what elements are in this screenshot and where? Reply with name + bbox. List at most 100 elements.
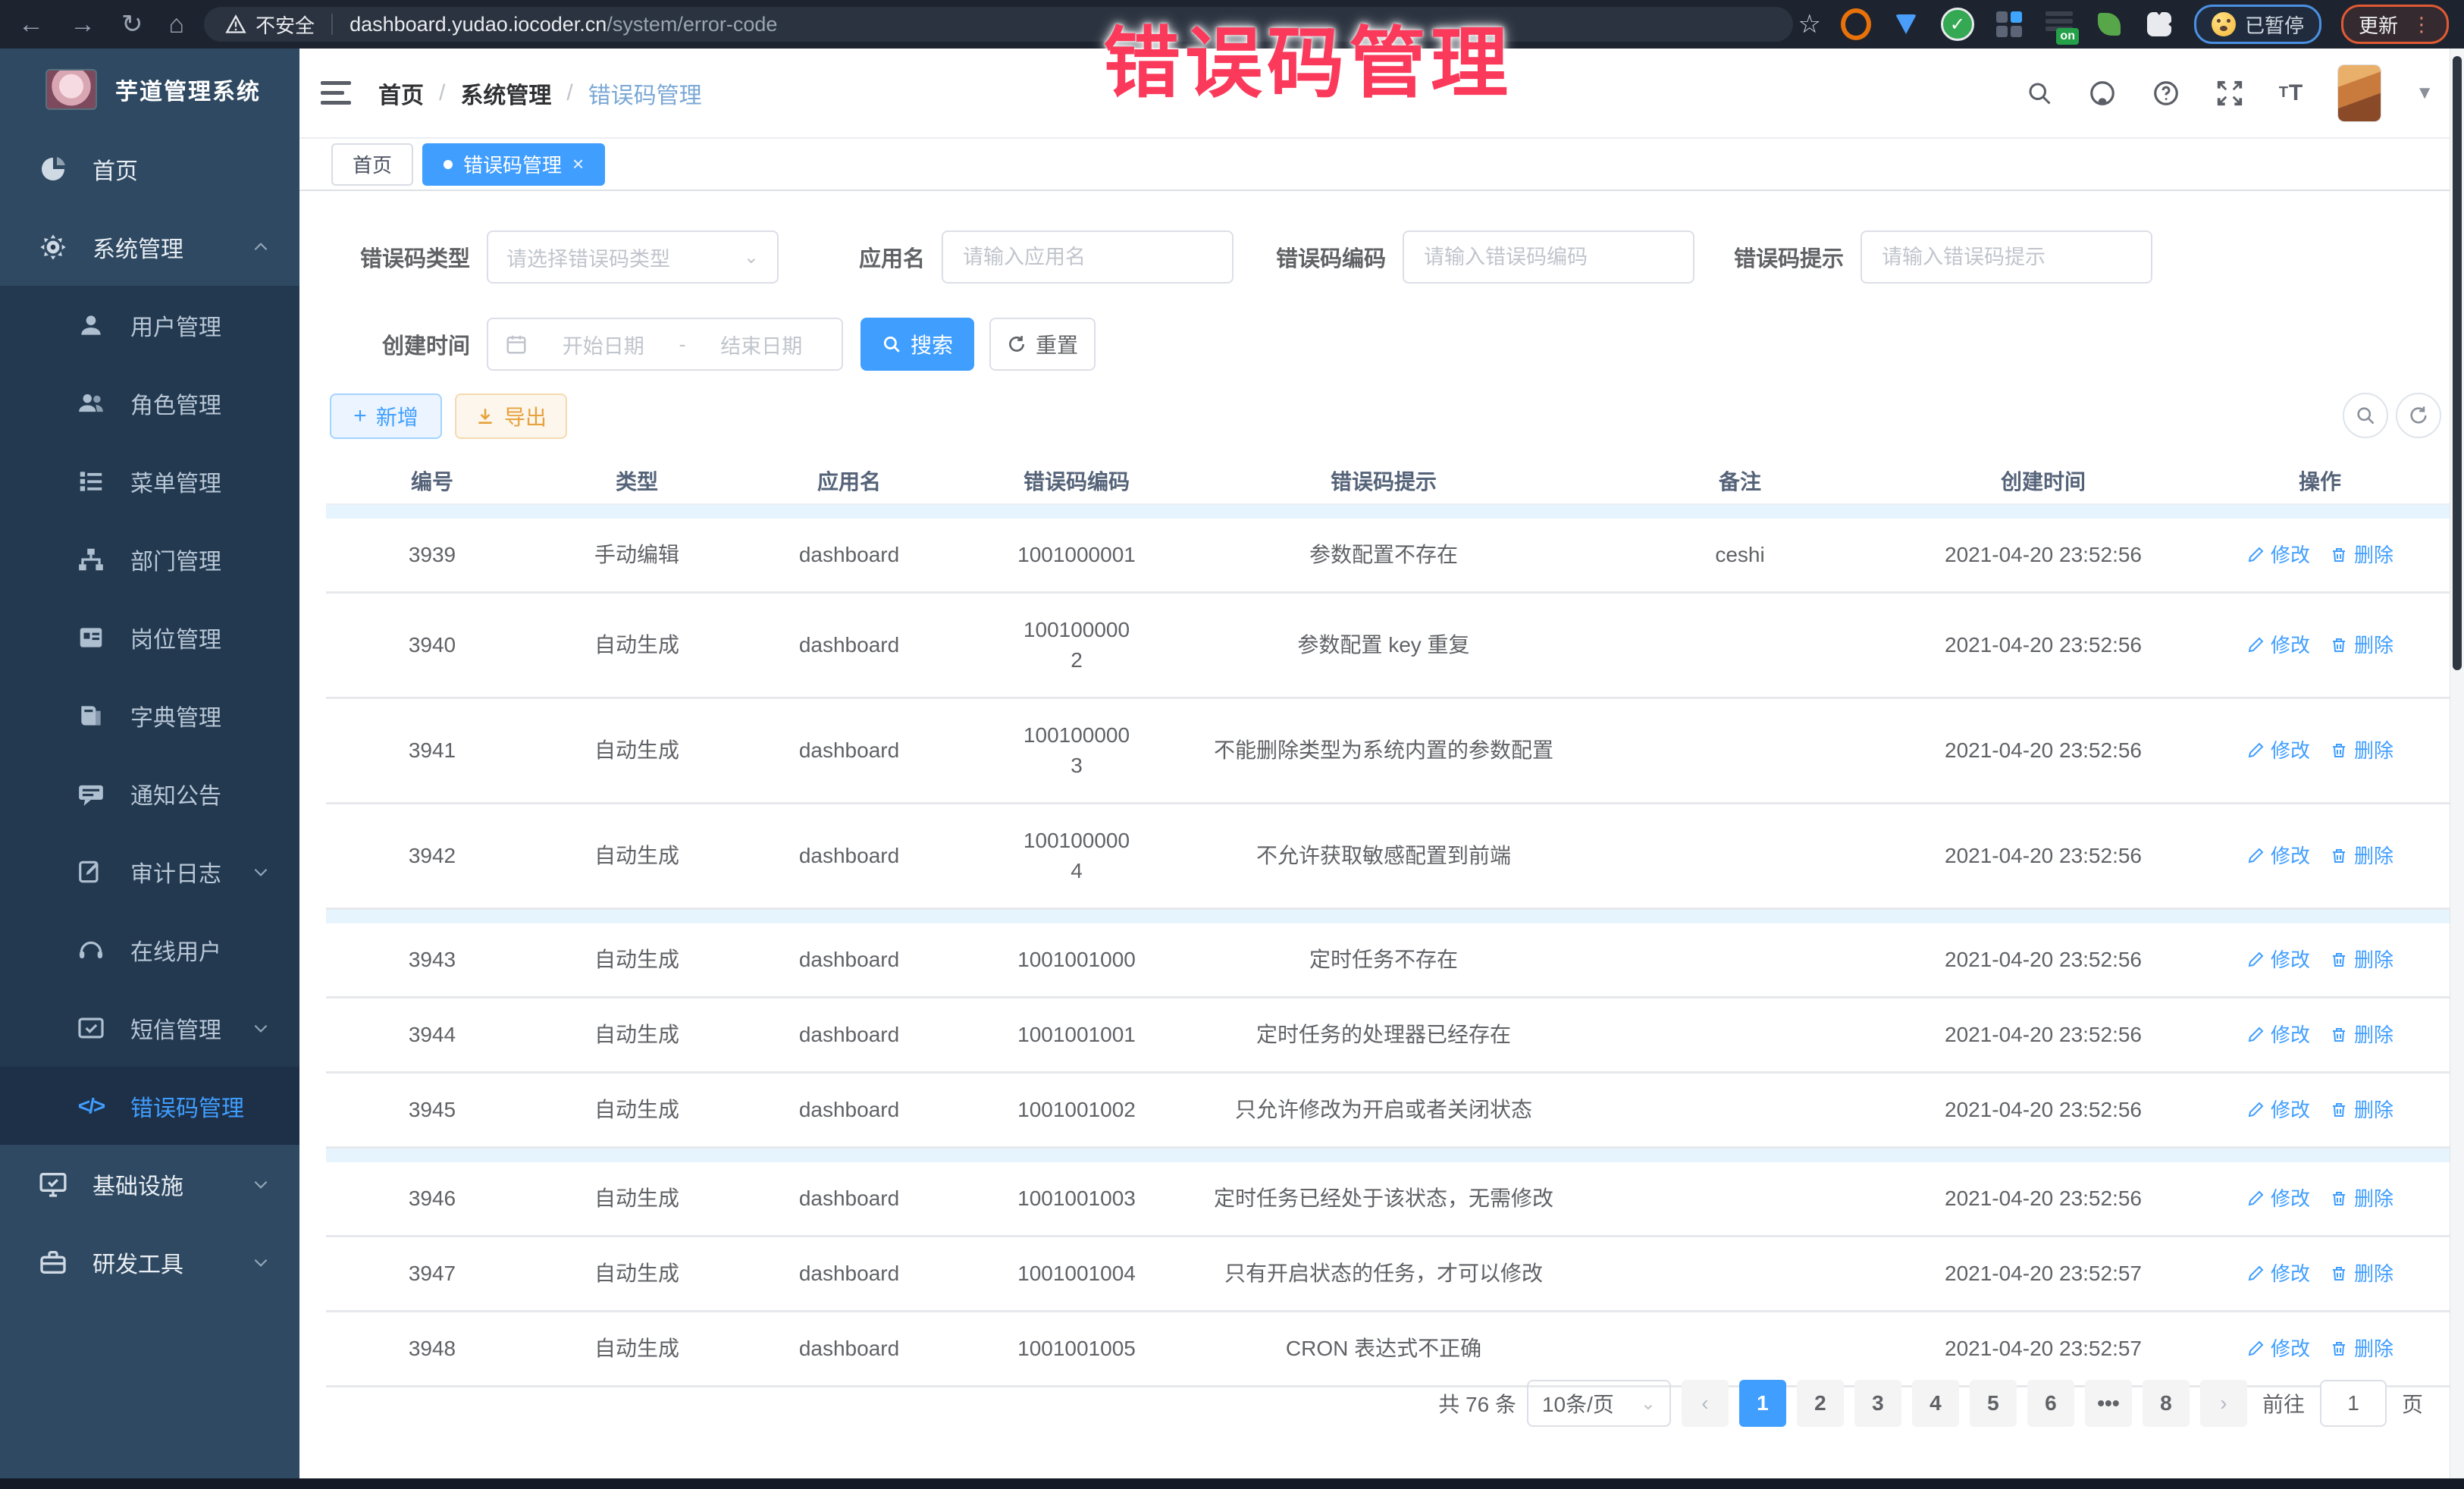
reset-button[interactable]: 重置 bbox=[989, 318, 1096, 371]
sidebar-item-3[interactable]: 角色管理 bbox=[0, 364, 299, 442]
table-row-3941[interactable]: 3941自动生成dashboard1001000003不能删除类型为系统内置的参… bbox=[326, 699, 2456, 804]
browser-back-icon[interactable]: ← bbox=[18, 11, 44, 37]
page-button-4[interactable]: 4 bbox=[1912, 1380, 1959, 1427]
tab-error-code[interactable]: 错误码管理 × bbox=[422, 143, 605, 186]
scrollbar-thumb[interactable] bbox=[2453, 56, 2462, 670]
delete-link[interactable]: 删除 bbox=[2330, 1095, 2393, 1125]
delete-link[interactable]: 删除 bbox=[2330, 841, 2393, 871]
browser-forward-icon[interactable]: → bbox=[70, 11, 96, 37]
security-warning[interactable]: 不安全 bbox=[225, 11, 315, 39]
breadcrumb-system[interactable]: 系统管理 bbox=[460, 77, 551, 110]
table-row-3942[interactable]: 3942自动生成dashboard1001000004不允许获取敏感配置到前端2… bbox=[326, 804, 2456, 910]
edit-link[interactable]: 修改 bbox=[2246, 735, 2310, 766]
page-jump-input[interactable] bbox=[2320, 1380, 2387, 1427]
table-row-3946[interactable]: 3946自动生成dashboard1001001003定时任务已经处于该状态，无… bbox=[326, 1162, 2456, 1237]
sidebar-item-14[interactable]: 研发工具 bbox=[0, 1223, 299, 1301]
search-button[interactable]: 搜索 bbox=[861, 318, 974, 371]
sidebar-item-9[interactable]: 审计日志 bbox=[0, 832, 299, 911]
delete-link[interactable]: 删除 bbox=[2330, 1183, 2393, 1214]
edit-link[interactable]: 修改 bbox=[2246, 540, 2310, 570]
table-refresh-button[interactable] bbox=[2396, 393, 2441, 438]
add-button[interactable]: + 新增 bbox=[330, 393, 442, 439]
sidebar-toggle-icon[interactable] bbox=[321, 81, 351, 105]
edit-link[interactable]: 修改 bbox=[2246, 1095, 2310, 1125]
sidebar-item-2[interactable]: 用户管理 bbox=[0, 286, 299, 364]
edit-link[interactable]: 修改 bbox=[2246, 1183, 2310, 1214]
extension-pin-icon[interactable] bbox=[1891, 9, 1921, 39]
chevron-down-icon[interactable]: ▼ bbox=[2415, 83, 2434, 104]
error-code-input[interactable] bbox=[1422, 245, 1675, 270]
edit-link[interactable]: 修改 bbox=[2246, 1334, 2310, 1364]
delete-link[interactable]: 删除 bbox=[2330, 1020, 2393, 1050]
page-button-6[interactable]: 6 bbox=[2027, 1380, 2074, 1427]
edit-link[interactable]: 修改 bbox=[2246, 1259, 2310, 1289]
delete-link[interactable]: 删除 bbox=[2330, 630, 2393, 660]
sidebar-item-4[interactable]: 菜单管理 bbox=[0, 442, 299, 520]
table-row-3944[interactable]: 3944自动生成dashboard1001001001定时任务的处理器已经存在2… bbox=[326, 998, 2456, 1074]
error-type-select[interactable]: 请选择错误码类型 ⌄ bbox=[487, 230, 779, 284]
page-scrollbar[interactable] bbox=[2450, 49, 2464, 1478]
tab-home[interactable]: 首页 bbox=[331, 143, 413, 186]
delete-link[interactable]: 删除 bbox=[2330, 945, 2393, 975]
error-message-input[interactable] bbox=[1880, 245, 2133, 270]
close-icon[interactable]: × bbox=[572, 152, 584, 176]
page-size-select[interactable]: 10条/页 ⌄ bbox=[1527, 1380, 1671, 1427]
extension-puzzle-icon[interactable] bbox=[2144, 9, 2174, 39]
page-button-5[interactable]: 5 bbox=[1970, 1380, 2017, 1427]
extension-onetab-icon[interactable]: on bbox=[2044, 9, 2074, 39]
profile-paused-badge[interactable]: 已暂停 bbox=[2194, 5, 2321, 44]
sidebar-item-12[interactable]: </> 错误码管理 bbox=[0, 1067, 299, 1145]
extension-icon[interactable] bbox=[1841, 9, 1871, 39]
address-bar[interactable]: 不安全 dashboard.yudao.iocoder.cn/system/er… bbox=[204, 7, 1793, 42]
delete-link[interactable]: 删除 bbox=[2330, 735, 2393, 766]
help-icon[interactable] bbox=[2152, 79, 2180, 108]
github-icon[interactable] bbox=[2088, 79, 2117, 108]
app-name-input[interactable] bbox=[961, 245, 1214, 270]
sidebar-item-1[interactable]: 系统管理 bbox=[0, 208, 299, 286]
sidebar-item-0[interactable]: 首页 bbox=[0, 130, 299, 208]
page-button-3[interactable]: 3 bbox=[1854, 1380, 1901, 1427]
delete-link[interactable]: 删除 bbox=[2330, 540, 2393, 570]
user-avatar[interactable] bbox=[2338, 65, 2381, 121]
edit-link[interactable]: 修改 bbox=[2246, 630, 2310, 660]
export-button[interactable]: 导出 bbox=[455, 393, 567, 439]
sidebar-item-7[interactable]: 字典管理 bbox=[0, 676, 299, 754]
date-range-picker[interactable]: 开始日期 - 结束日期 bbox=[487, 318, 843, 371]
prev-page-button[interactable]: ‹ bbox=[1682, 1380, 1729, 1427]
next-page-button[interactable]: › bbox=[2200, 1380, 2247, 1427]
sidebar-item-10[interactable]: 在线用户 bbox=[0, 911, 299, 989]
edit-link[interactable]: 修改 bbox=[2246, 945, 2310, 975]
table-search-toggle-button[interactable] bbox=[2343, 393, 2388, 438]
font-size-icon[interactable]: TT bbox=[2279, 80, 2304, 106]
edit-link[interactable]: 修改 bbox=[2246, 841, 2310, 871]
page-button-8[interactable]: 8 bbox=[2143, 1380, 2190, 1427]
extension-check-icon[interactable]: ✓ bbox=[1941, 8, 1974, 41]
browser-home-icon[interactable]: ⌂ bbox=[169, 11, 185, 37]
fullscreen-icon[interactable] bbox=[2215, 79, 2244, 108]
table-row-3947[interactable]: 3947自动生成dashboard1001001004只有开启状态的任务，才可以… bbox=[326, 1237, 2456, 1312]
page-button-1[interactable]: 1 bbox=[1739, 1380, 1786, 1427]
extension-grid-icon[interactable] bbox=[1994, 9, 2024, 39]
page-ellipsis[interactable]: ••• bbox=[2085, 1380, 2132, 1427]
table-row-3940[interactable]: 3940自动生成dashboard1001000002参数配置 key 重复20… bbox=[326, 594, 2456, 699]
extension-leaf-icon[interactable] bbox=[2094, 9, 2124, 39]
breadcrumb-home[interactable]: 首页 bbox=[378, 77, 424, 110]
sidebar-item-11[interactable]: 短信管理 bbox=[0, 989, 299, 1067]
sidebar-item-5[interactable]: 部门管理 bbox=[0, 520, 299, 598]
table-row-3948[interactable]: 3948自动生成dashboard1001001005CRON 表达式不正确20… bbox=[326, 1312, 2456, 1387]
sidebar-item-13[interactable]: 基础设施 bbox=[0, 1145, 299, 1223]
sidebar-logo-row[interactable]: 芋道管理系统 bbox=[0, 49, 299, 130]
delete-link[interactable]: 删除 bbox=[2330, 1259, 2393, 1289]
browser-update-button[interactable]: 更新 ⋮ bbox=[2341, 5, 2449, 44]
sidebar-item-6[interactable]: 岗位管理 bbox=[0, 598, 299, 676]
bookmark-star-icon[interactable]: ☆ bbox=[1798, 9, 1820, 39]
table-row-3945[interactable]: 3945自动生成dashboard1001001002只允许修改为开启或者关闭状… bbox=[326, 1074, 2456, 1149]
search-icon[interactable] bbox=[2026, 80, 2053, 107]
delete-link[interactable]: 删除 bbox=[2330, 1334, 2393, 1364]
browser-reload-icon[interactable]: ↻ bbox=[121, 11, 143, 37]
sidebar-item-8[interactable]: 通知公告 bbox=[0, 754, 299, 832]
table-row-3939[interactable]: 3939手动编辑dashboard1001000001参数配置不存在ceshi2… bbox=[326, 519, 2456, 594]
edit-link[interactable]: 修改 bbox=[2246, 1020, 2310, 1050]
table-row-3943[interactable]: 3943自动生成dashboard1001001000定时任务不存在2021-0… bbox=[326, 923, 2456, 998]
browser-menu-icon[interactable]: ⋮ bbox=[2412, 19, 2431, 30]
